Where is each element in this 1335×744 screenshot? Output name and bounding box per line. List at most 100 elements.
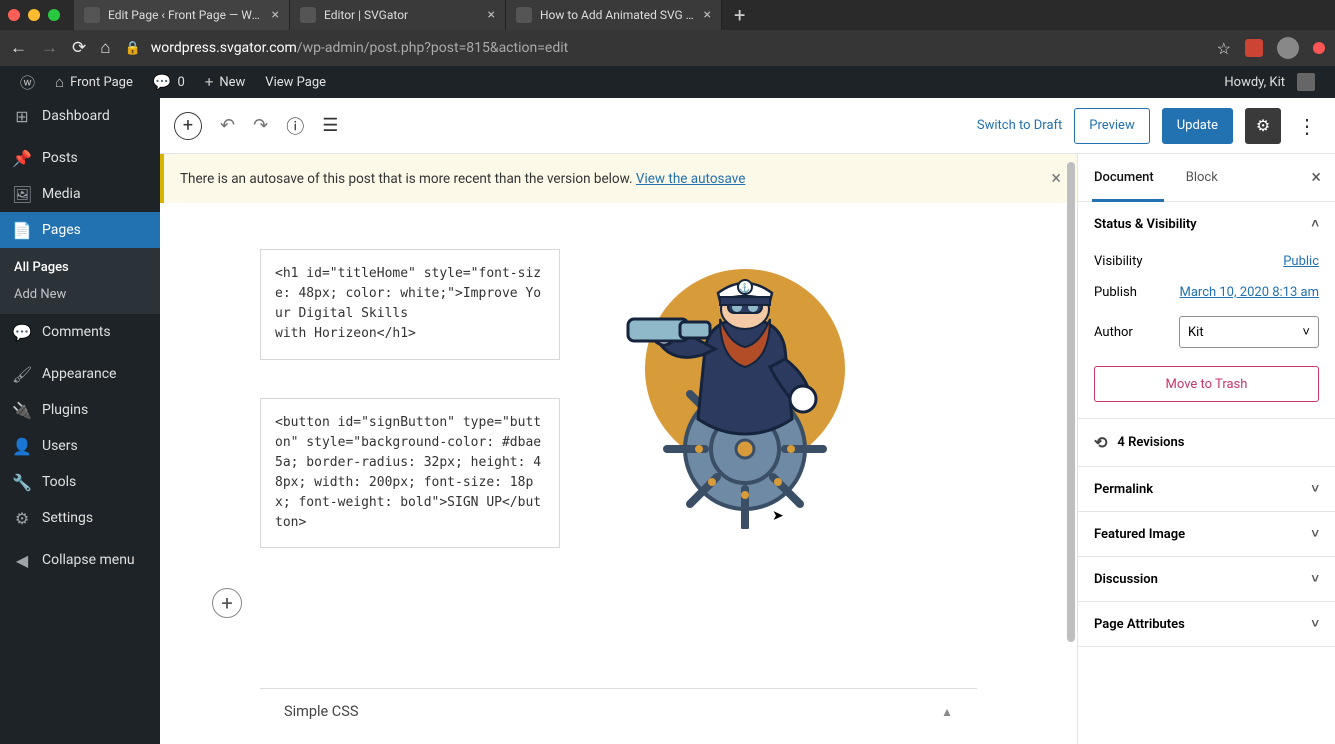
panel-permalink: Permalink ˅ [1078, 467, 1335, 512]
html-block-1[interactable]: <h1 id="titleHome" style="font-size: 48p… [260, 249, 560, 360]
editor-toolbar: + ↶ ↷ ⓘ ☰ Switch to Draft Preview Update… [160, 98, 1335, 154]
home-button[interactable]: ⌂ [100, 38, 110, 58]
site-name-menu[interactable]: ⌂Front Page [45, 66, 143, 98]
dismiss-notice-button[interactable]: × [1051, 168, 1061, 189]
sidebar-item-settings[interactable]: ⚙Settings [0, 500, 160, 536]
comment-icon: 💬 [153, 73, 172, 91]
browser-tab-1[interactable]: Edit Page ‹ Front Page — WordP × [74, 0, 290, 30]
view-autosave-link[interactable]: View the autosave [636, 171, 745, 187]
panel-header-discussion[interactable]: Discussion ˅ [1078, 557, 1335, 601]
panel-header-featured[interactable]: Featured Image ˅ [1078, 512, 1335, 556]
wrench-icon: 🔧 [12, 473, 32, 492]
tab-close-icon[interactable]: × [272, 7, 279, 23]
sidebar-item-label: Comments [42, 324, 111, 340]
account-menu[interactable]: Howdy, Kit [1214, 66, 1325, 98]
panel-header-page-attrs[interactable]: Page Attributes ˅ [1078, 602, 1335, 646]
tab-block[interactable]: Block [1170, 154, 1234, 202]
sidebar-item-comments[interactable]: 💬 Comments [0, 314, 160, 350]
sidebar-item-posts[interactable]: 📌 Posts [0, 140, 160, 176]
sidebar-item-tools[interactable]: 🔧Tools [0, 464, 160, 500]
new-content-menu[interactable]: +New [195, 66, 255, 98]
undo-button[interactable]: ↶ [220, 115, 235, 136]
simple-css-title: Simple CSS [284, 703, 358, 720]
more-options-button[interactable]: ⋮ [1293, 114, 1321, 138]
wp-logo-menu[interactable]: ⓦ [10, 66, 45, 98]
recording-indicator-icon[interactable] [1313, 42, 1325, 54]
browser-tab-2[interactable]: Editor | SVGator × [290, 0, 506, 30]
view-page-label: View Page [265, 75, 326, 90]
block-navigation-button[interactable]: ☰ [322, 115, 338, 136]
html-block-2[interactable]: <button id="signButton" type="button" st… [260, 398, 560, 549]
sidebar-item-pages[interactable]: 📄Pages [0, 212, 160, 248]
settings-toggle-button[interactable]: ⚙ [1245, 108, 1281, 144]
visibility-value-link[interactable]: Public [1283, 254, 1319, 269]
tab-close-icon[interactable]: × [488, 7, 495, 23]
tab-document[interactable]: Document [1078, 154, 1170, 202]
sidebar-item-dashboard[interactable]: ⊞Dashboard [0, 98, 160, 134]
simple-css-metabox[interactable]: Simple CSS ▲ [260, 688, 977, 734]
chevron-down-icon: ˅ [1311, 526, 1319, 542]
panel-title: Status & Visibility [1094, 217, 1197, 232]
scrollbar-thumb[interactable] [1067, 162, 1075, 642]
bookmark-star-icon[interactable]: ☆ [1217, 39, 1231, 58]
panel-header-permalink[interactable]: Permalink ˅ [1078, 467, 1335, 511]
back-button[interactable]: ← [10, 38, 27, 58]
close-settings-button[interactable]: × [1297, 167, 1335, 188]
pin-icon: 📌 [12, 149, 32, 168]
submenu-add-new[interactable]: Add New [0, 281, 160, 308]
submenu-all-pages[interactable]: All Pages [0, 254, 160, 281]
window-zoom-icon[interactable] [48, 9, 60, 21]
add-block-button[interactable]: + [174, 112, 202, 140]
reload-button[interactable]: ⟳ [72, 38, 86, 58]
preview-button[interactable]: Preview [1074, 108, 1149, 144]
sidebar-item-plugins[interactable]: 🔌Plugins [0, 392, 160, 428]
author-select[interactable]: Kit ˅ [1179, 316, 1319, 348]
move-to-trash-button[interactable]: Move to Trash [1094, 366, 1319, 402]
panel-revisions[interactable]: ⟲ 4 Revisions [1078, 419, 1335, 467]
sidebar-item-media[interactable]: 🖼Media [0, 176, 160, 212]
tab-close-icon[interactable]: × [704, 7, 711, 23]
extension-icon[interactable] [1245, 39, 1263, 57]
chevron-down-icon: ˅ [1311, 616, 1319, 632]
tab-title: Edit Page ‹ Front Page — WordP [108, 8, 264, 22]
forward-button[interactable]: → [41, 38, 58, 58]
view-page-link[interactable]: View Page [255, 66, 336, 98]
comment-icon: 💬 [12, 323, 32, 342]
panel-header-status[interactable]: Status & Visibility ˄ [1078, 202, 1335, 246]
collapse-menu-button[interactable]: ◀Collapse menu [0, 542, 160, 578]
content-info-button[interactable]: ⓘ [286, 113, 304, 139]
captain-illustration[interactable]: ⚓ [620, 249, 850, 529]
svgator-favicon-icon [300, 7, 316, 23]
sidebar-item-label: Pages [42, 222, 81, 238]
panel-title: Permalink [1094, 482, 1153, 497]
panel-status-visibility: Status & Visibility ˄ Visibility Public … [1078, 202, 1335, 419]
vertical-scrollbar[interactable] [1063, 154, 1077, 744]
notice-text: There is an autosave of this post that i… [180, 171, 636, 187]
editor-canvas-scroll[interactable]: There is an autosave of this post that i… [160, 154, 1077, 744]
sidebar-item-users[interactable]: 👤Users [0, 428, 160, 464]
switch-to-draft-button[interactable]: Switch to Draft [977, 118, 1062, 133]
plug-icon: 🔌 [12, 401, 32, 420]
url-host: wordpress.svgator.com [151, 40, 297, 56]
wp-admin-bar: ⓦ ⌂Front Page 💬0 +New View Page Howdy, K… [0, 66, 1335, 98]
publish-date-link[interactable]: March 10, 2020 8:13 am [1179, 285, 1319, 300]
settings-sidebar: Document Block × Status & Visibility ˄ V… [1077, 154, 1335, 744]
sidebar-item-appearance[interactable]: 🖌Appearance [0, 356, 160, 392]
new-tab-button[interactable]: + [722, 0, 757, 30]
add-block-below-button[interactable]: + [212, 588, 242, 618]
sidebar-item-label: Posts [42, 150, 78, 166]
profile-avatar-icon[interactable] [1277, 37, 1299, 59]
panel-discussion: Discussion ˅ [1078, 557, 1335, 602]
collapse-triangle-icon[interactable]: ▲ [941, 705, 953, 719]
comments-menu[interactable]: 💬0 [143, 66, 195, 98]
editor-canvas[interactable]: <h1 id="titleHome" style="font-size: 48p… [160, 203, 1077, 744]
redo-button[interactable]: ↷ [253, 115, 268, 136]
address-bar[interactable]: 🔒 wordpress.svgator.com/wp-admin/post.ph… [125, 40, 1203, 56]
window-minimize-icon[interactable] [28, 9, 40, 21]
brush-icon: 🖌 [12, 365, 32, 384]
browser-tab-3[interactable]: How to Add Animated SVG to W × [506, 0, 722, 30]
publish-label: Publish [1094, 285, 1137, 300]
update-button[interactable]: Update [1162, 108, 1233, 144]
panel-title: Featured Image [1094, 527, 1185, 542]
window-close-icon[interactable] [8, 9, 20, 21]
